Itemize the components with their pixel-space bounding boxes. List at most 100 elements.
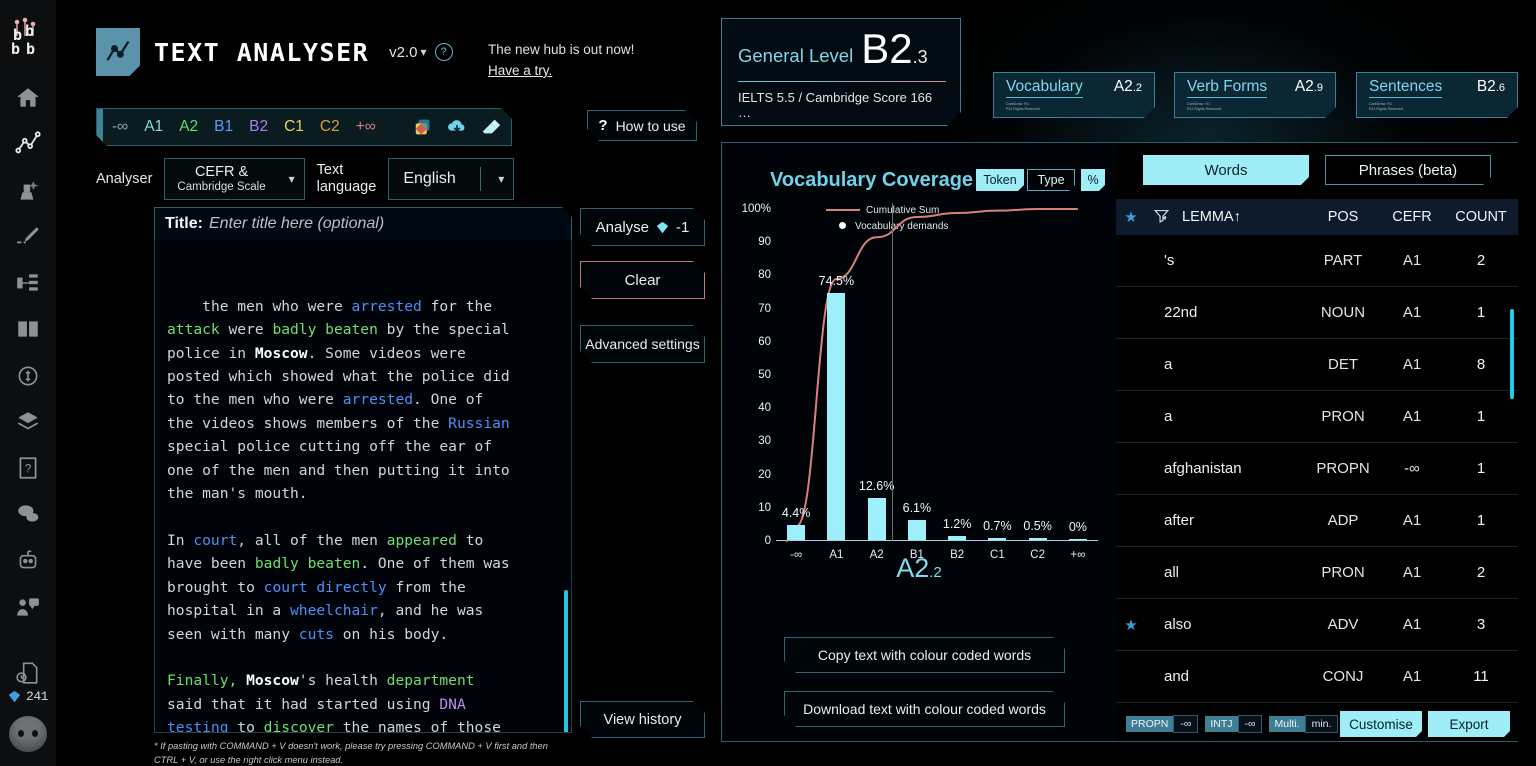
analyse-button[interactable]: Analyse -1 (580, 208, 705, 246)
cell-lemma: afghanistan (1164, 460, 1242, 477)
bar-C2[interactable] (1028, 538, 1047, 540)
bar-C1[interactable] (988, 537, 1007, 540)
chat-bubbles-icon[interactable] (11, 498, 45, 530)
tab-words[interactable]: Words (1143, 155, 1309, 185)
analyser-select[interactable]: CEFR & Cambridge Scale ▾ (164, 158, 305, 200)
cell-count: 8 (1476, 356, 1486, 373)
toggle-percent[interactable]: % (1081, 169, 1105, 191)
table-row[interactable]: afghanistan PROPN -∞ 1 (1116, 443, 1518, 495)
cefr-chip-[interactable]: +∞ (349, 116, 383, 138)
export-button[interactable]: Export (1428, 711, 1510, 737)
mindmap-icon[interactable] (11, 267, 45, 299)
language-select[interactable]: English ▾ (388, 158, 515, 200)
magic-hat-icon[interactable] (11, 174, 45, 206)
score-card-verb-forms[interactable]: Verb Forms A2.9 CarbDraw· R1 R11 Rights R… (1174, 72, 1336, 118)
bar-B2[interactable] (948, 536, 967, 540)
title-input[interactable]: Title: Enter title here (optional) (154, 207, 572, 241)
vocabulary-coverage-chart: Vocabulary Coverage Token Type % Cumulat… (722, 143, 1116, 741)
cloud-download-icon[interactable] (446, 116, 468, 138)
table-scrollbar[interactable] (1510, 309, 1514, 399)
toggle-token[interactable]: Token (976, 169, 1024, 191)
cefr-chip-A2[interactable]: A2 (172, 116, 205, 138)
customise-button[interactable]: Customise (1340, 711, 1422, 737)
feedback-icon[interactable] (11, 591, 45, 623)
eraser-icon[interactable] (479, 116, 501, 138)
cefr-chip-C1[interactable]: C1 (277, 116, 311, 138)
cefr-chip-C2[interactable]: C2 (313, 116, 347, 138)
filter-icon[interactable] (1146, 207, 1176, 228)
bar-B1[interactable] (907, 519, 926, 540)
cell-pos: CONJ (1322, 668, 1364, 685)
layers-question-icon[interactable] (11, 406, 45, 438)
cell-pos: PROPN (1316, 460, 1370, 477)
cefr-chip-[interactable]: -∞ (105, 116, 135, 138)
document-clock-icon[interactable] (11, 657, 45, 689)
table-row[interactable]: ★ also ADV A1 3 (1116, 599, 1518, 651)
tab-phrases[interactable]: Phrases (beta) (1325, 155, 1491, 185)
cefr-chip-B1[interactable]: B1 (207, 116, 240, 138)
y-tick: 80 (758, 269, 771, 282)
score-card-value: A2.9 (1294, 78, 1323, 95)
text-editor[interactable]: the men who were arrested for the attack… (154, 240, 572, 733)
filter-badge-propn[interactable]: PROPN -∞ (1126, 715, 1199, 733)
version-label[interactable]: v2.0 (389, 44, 417, 61)
book-icon[interactable] (11, 313, 45, 345)
y-tick: 30 (758, 435, 771, 448)
palette-icon[interactable] (413, 116, 435, 138)
table-row[interactable]: a DET A1 8 (1116, 339, 1518, 391)
analyser-label: Analyser (96, 171, 153, 187)
cefr-chip-B2[interactable]: B2 (242, 116, 275, 138)
robot-icon[interactable] (11, 544, 45, 576)
star-icon[interactable]: ★ (1116, 616, 1146, 634)
cell-count: 2 (1476, 252, 1486, 269)
bar-infinf[interactable] (787, 525, 806, 540)
column-cefr[interactable]: CEFR (1380, 209, 1444, 225)
bar-A1[interactable] (827, 292, 846, 540)
words-tabs: Words Phrases (beta) (1116, 155, 1518, 185)
toggle-type[interactable]: Type (1027, 169, 1075, 191)
score-card-value: B2.6 (1476, 78, 1505, 95)
copy-text-button[interactable]: Copy text with colour coded words (784, 637, 1065, 673)
table-row[interactable]: a PRON A1 1 (1116, 391, 1518, 443)
column-count[interactable]: COUNT (1444, 209, 1518, 225)
hub-try-link[interactable]: Have a try. (488, 63, 552, 78)
score-card-value: A2.2 (1113, 78, 1142, 95)
avatar[interactable] (9, 716, 47, 753)
general-level-subtitle: IELTS 5.5 / Cambridge Score 166 … (738, 90, 933, 121)
book-question-icon[interactable]: ? (11, 452, 45, 484)
bar-infinf[interactable] (1068, 538, 1087, 540)
credits-indicator[interactable]: 241 (8, 689, 48, 704)
table-row[interactable]: and CONJ A1 11 (1116, 651, 1518, 703)
score-card-vocabulary[interactable]: Vocabulary A2.2 CarbDraw· R1 R11 Rights R… (993, 72, 1155, 118)
pencil-icon[interactable] (11, 221, 45, 253)
clear-button[interactable]: Clear (580, 261, 705, 299)
help-icon[interactable]: ? (434, 43, 453, 61)
analytics-icon[interactable] (11, 128, 45, 160)
home-icon[interactable] (11, 82, 45, 114)
chevron-down-icon[interactable]: ▾ (421, 45, 427, 59)
filter-badge-intj[interactable]: INTJ -∞ (1205, 715, 1263, 733)
brand-logo-icon[interactable]: bbbb (7, 16, 49, 68)
editor-scrollbar[interactable] (564, 590, 568, 732)
coin-refresh-icon[interactable] (11, 359, 45, 391)
download-text-button[interactable]: Download text with colour coded words (784, 691, 1065, 727)
filter-badge-multi[interactable]: Multi. min. (1269, 715, 1339, 733)
table-row[interactable]: 's PART A1 2 (1116, 235, 1518, 287)
cell-lemma: 's (1164, 252, 1175, 269)
column-pos[interactable]: POS (1306, 209, 1380, 225)
cefr-chip-A1[interactable]: A1 (137, 116, 170, 138)
star-icon[interactable]: ★ (1116, 208, 1146, 226)
chart-level-annotation: A2.2 (896, 553, 942, 583)
table-row[interactable]: 22nd NOUN A1 1 (1116, 287, 1518, 339)
advanced-settings-button[interactable]: Advanced settings (580, 325, 705, 363)
gem-icon (8, 690, 21, 703)
text-language-label-line1: Text (316, 162, 344, 179)
table-row[interactable]: all PRON A1 2 (1116, 547, 1518, 599)
how-to-use-button[interactable]: ? How to use (587, 110, 697, 141)
paste-note: * If pasting with COMMAND + V doesn't wo… (154, 741, 548, 765)
table-row[interactable]: after ADP A1 1 (1116, 495, 1518, 547)
score-card-sentences[interactable]: Sentences B2.6 CarbDraw· R1 R11 Rights Re… (1356, 72, 1518, 118)
view-history-button[interactable]: View history (580, 701, 705, 738)
column-lemma[interactable]: LEMMA↑ (1176, 209, 1306, 225)
bar-A2[interactable] (867, 498, 886, 540)
